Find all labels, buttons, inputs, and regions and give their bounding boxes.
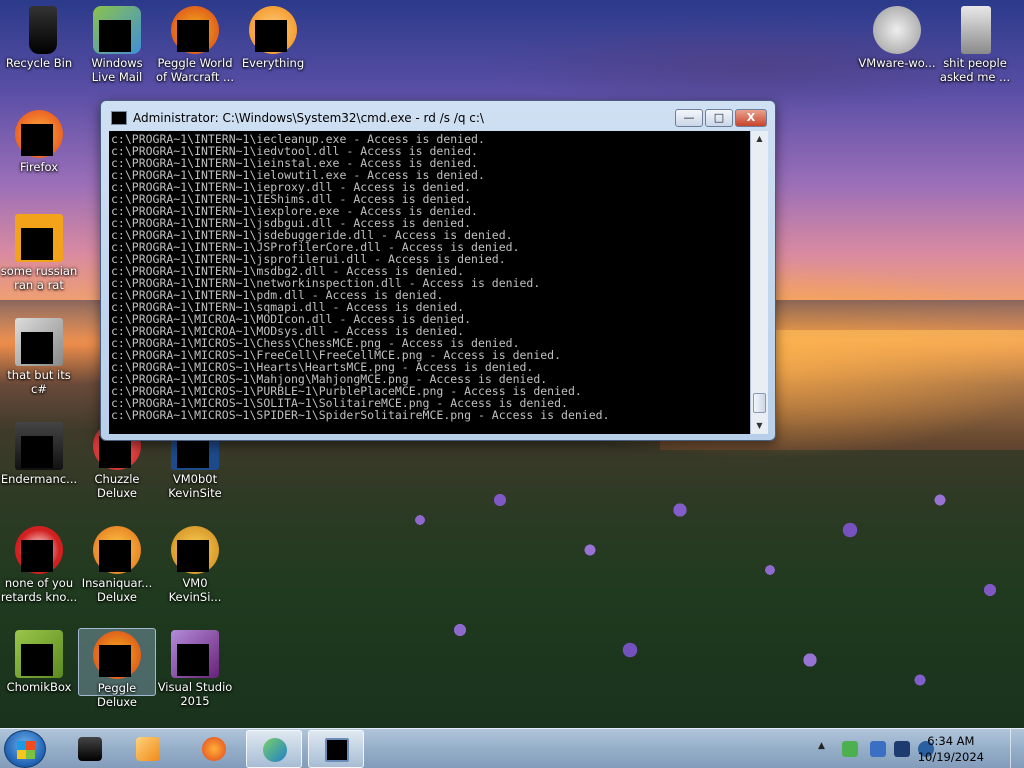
- icon-label: Windows Live Mail: [91, 56, 143, 84]
- desktop-icon-firefox[interactable]: Firefox: [0, 110, 78, 174]
- desktop-icon-peggle-wow[interactable]: Peggle World of Warcraft ...: [156, 6, 234, 84]
- redaction-box: [99, 20, 131, 52]
- taskbar-item-firefox[interactable]: [186, 730, 242, 768]
- desktop-icon-chomikbox[interactable]: ChomikBox: [0, 630, 78, 694]
- icon-label: Peggle World of Warcraft ...: [156, 56, 234, 84]
- scrollbar-thumb[interactable]: [753, 393, 766, 413]
- vertical-scrollbar[interactable]: ▲ ▼: [750, 131, 768, 434]
- taskbar: ▲ 6:34 AM 10/19/2024: [0, 728, 1024, 768]
- icon-label: none of you retards kno...: [0, 576, 78, 604]
- icon-label: Insaniquar... Deluxe: [81, 576, 153, 604]
- taskbar-item-cmd[interactable]: [308, 730, 364, 768]
- icon-label: Firefox: [19, 160, 59, 174]
- clock-date: 10/19/2024: [917, 750, 984, 764]
- start-button[interactable]: [4, 730, 46, 768]
- redaction-box: [99, 540, 131, 572]
- system-tray: ▲ 6:34 AM 10/19/2024: [804, 729, 1024, 768]
- window-titlebar[interactable]: Administrator: C:\Windows\System32\cmd.e…: [111, 107, 665, 129]
- redaction-box: [177, 644, 209, 676]
- icon-label: VM0 KevinSi...: [168, 576, 222, 604]
- maximize-button[interactable]: □: [705, 109, 733, 127]
- redaction-box: [255, 20, 287, 52]
- redaction-box: [99, 645, 131, 677]
- cmd-icon: [111, 111, 127, 125]
- desktop-icon-vm0[interactable]: VM0 KevinSi...: [156, 526, 234, 604]
- redaction-box: [21, 332, 53, 364]
- icon-label: that but its c#: [7, 368, 71, 396]
- app-icon: [78, 737, 102, 761]
- taskbar-item-app[interactable]: [62, 730, 118, 768]
- redaction-box: [21, 436, 53, 468]
- close-button[interactable]: X: [735, 109, 767, 127]
- desktop-icon-none-of-you[interactable]: none of you retards kno...: [0, 526, 78, 604]
- desktop-icon-vmware[interactable]: VMware-wo...: [858, 6, 936, 70]
- icon-label: VMware-wo...: [858, 56, 936, 70]
- device-icon[interactable]: [870, 741, 886, 757]
- icon-label: Chuzzle Deluxe: [94, 472, 140, 500]
- clock-time: 6:34 AM: [927, 734, 975, 748]
- wallpaper-flowers: [380, 460, 1024, 730]
- desktop-icon-windows-live-mail[interactable]: Windows Live Mail: [78, 6, 156, 84]
- disc-icon: [873, 6, 921, 54]
- desktop-icon-folder[interactable]: shit people asked me ...: [936, 6, 1014, 84]
- icon-label: Peggle Deluxe: [97, 681, 137, 709]
- display-icon[interactable]: [894, 741, 910, 757]
- redaction-box: [177, 540, 209, 572]
- desktop-icon-endermanch[interactable]: Endermanc...: [0, 422, 78, 486]
- taskbar-item-download-manager[interactable]: [246, 730, 302, 768]
- scroll-down-arrow-icon[interactable]: ▼: [751, 418, 768, 434]
- taskbar-item-media-player[interactable]: [120, 730, 176, 768]
- cmd-icon: [325, 738, 349, 762]
- recycle-bin-icon: [29, 6, 57, 54]
- icon-label: ChomikBox: [6, 680, 72, 694]
- console-text: c:\PROGRA~1\INTERN~1\iecleanup.exe - Acc…: [111, 132, 610, 422]
- redaction-box: [21, 124, 53, 156]
- folder-icon: [961, 6, 991, 54]
- desktop-icon-insaniquarium[interactable]: Insaniquar... Deluxe: [78, 526, 156, 604]
- desktop-icon-recycle-bin[interactable]: Recycle Bin: [0, 6, 78, 70]
- window-title: Administrator: C:\Windows\System32\cmd.e…: [133, 111, 484, 125]
- icon-label: Recycle Bin: [5, 56, 73, 70]
- tray-chevron-icon[interactable]: ▲: [818, 741, 825, 751]
- cmd-window[interactable]: Administrator: C:\Windows\System32\cmd.e…: [100, 100, 776, 441]
- icon-label: shit people asked me ...: [939, 56, 1011, 84]
- redaction-box: [21, 540, 53, 572]
- icon-label: Everything: [241, 56, 305, 70]
- minimize-button[interactable]: —: [675, 109, 703, 127]
- desktop-icon-russian-rat[interactable]: some russian ran a rat: [0, 214, 78, 292]
- media-player-icon: [136, 737, 160, 761]
- icon-label: Visual Studio 2015: [157, 680, 233, 708]
- network-icon[interactable]: [842, 741, 858, 757]
- redaction-box: [21, 644, 53, 676]
- desktop-icon-everything[interactable]: Everything: [234, 6, 312, 70]
- icon-label: VM0b0t KevinSite: [168, 472, 222, 500]
- redaction-box: [21, 228, 53, 260]
- scroll-up-arrow-icon[interactable]: ▲: [751, 131, 768, 147]
- desktop-icon-peggle-deluxe[interactable]: Peggle Deluxe: [78, 628, 156, 709]
- console-output[interactable]: c:\PROGRA~1\INTERN~1\iecleanup.exe - Acc…: [109, 131, 750, 434]
- icon-label: Endermanc...: [0, 472, 78, 486]
- firefox-icon: [202, 737, 226, 761]
- desktop-icon-visual-studio[interactable]: Visual Studio 2015: [156, 630, 234, 708]
- download-manager-icon: [263, 738, 287, 762]
- redaction-box: [177, 20, 209, 52]
- show-desktop-button[interactable]: [1010, 729, 1024, 768]
- clock[interactable]: 6:34 AM 10/19/2024: [918, 733, 984, 765]
- desktop-icon-csharp[interactable]: that but its c#: [0, 318, 78, 396]
- icon-label: some russian ran a rat: [0, 264, 78, 292]
